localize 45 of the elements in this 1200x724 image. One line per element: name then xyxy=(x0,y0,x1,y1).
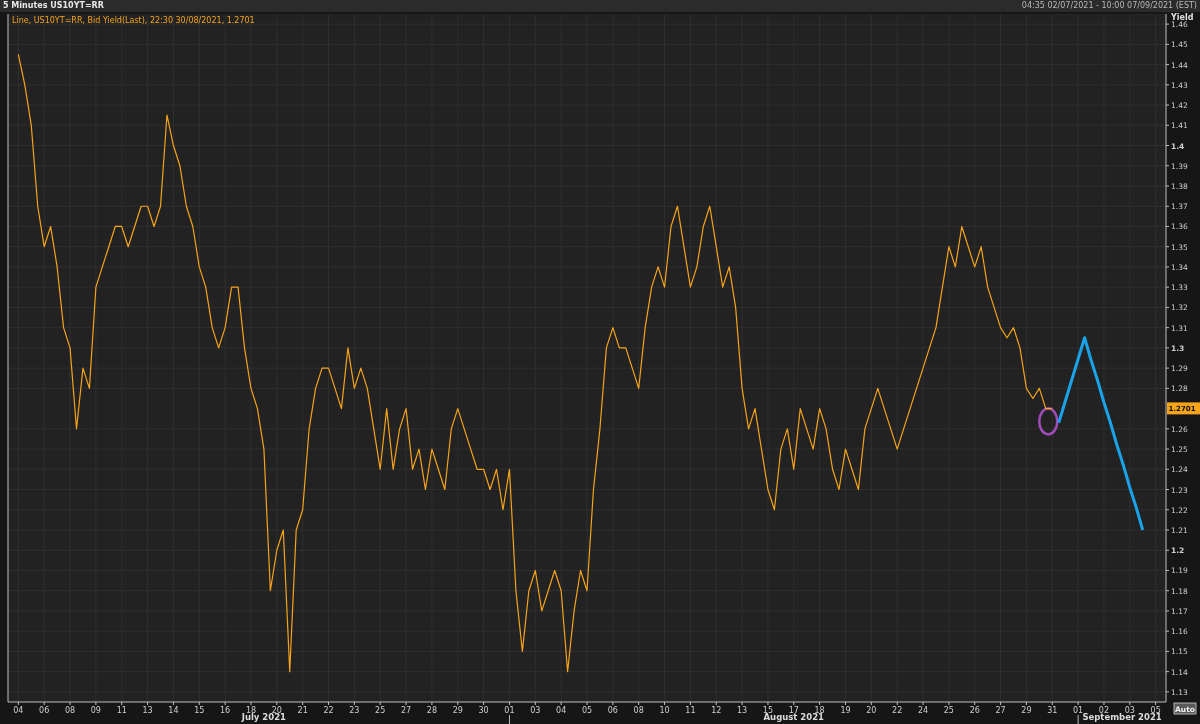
x-tick-label: 27 xyxy=(400,706,412,715)
x-tick-label: 11 xyxy=(116,706,127,715)
x-tick-label: 10 xyxy=(659,706,670,715)
x-tick-label: 29 xyxy=(1021,706,1032,715)
x-tick-label: 29 xyxy=(452,706,463,715)
x-tick-label: 13 xyxy=(737,706,748,715)
x-tick-label: 01 xyxy=(1073,706,1084,715)
month-label: July 2021 xyxy=(241,712,287,722)
x-tick-label: 21 xyxy=(297,706,308,715)
x-tick-label: 14 xyxy=(168,706,179,715)
x-tick-label: 06 xyxy=(607,706,618,715)
x-tick-label: 12 xyxy=(711,706,722,715)
x-tick-label: 28 xyxy=(426,706,437,715)
x-tick-label: 01 xyxy=(504,706,515,715)
x-tick-label: 15 xyxy=(194,706,205,715)
x-tick-label: 08 xyxy=(633,706,644,715)
date-range: 04:35 02/07/2021 - 10:00 07/09/2021 (EST) xyxy=(1021,0,1197,12)
x-tick-label: 25 xyxy=(375,706,386,715)
x-tick-label: 20 xyxy=(866,706,877,715)
month-label: September 2021 xyxy=(1082,712,1162,722)
chart-title: 5 Minutes US10YT=RR xyxy=(3,0,104,12)
x-tick-label: 03 xyxy=(1124,706,1135,715)
x-tick-label: 23 xyxy=(349,706,360,715)
x-tick-label: 17 xyxy=(788,706,799,715)
x-tick-label: 27 xyxy=(995,706,1006,715)
x-tick-label: 30 xyxy=(478,706,489,715)
x-tick-label: 26 xyxy=(969,706,980,715)
x-tick-label: 06 xyxy=(39,706,50,715)
x-tick-label: 04 xyxy=(13,706,24,715)
x-tick-label: 19 xyxy=(840,706,851,715)
x-tick-label: 22 xyxy=(323,706,334,715)
x-tick-label: 05 xyxy=(581,706,593,715)
x-tick-label: 22 xyxy=(892,706,903,715)
x-tick-label: 11 xyxy=(685,706,696,715)
x-tick-label: 09 xyxy=(90,706,101,715)
x-tick-label: 24 xyxy=(917,706,929,715)
x-tick-label: 08 xyxy=(64,706,76,715)
x-tick-label: 25 xyxy=(943,706,954,715)
x-tick-label: 04 xyxy=(556,706,567,715)
x-tick-label: 03 xyxy=(530,706,541,715)
x-tick-label: 13 xyxy=(142,706,153,715)
x-tick-label: 16 xyxy=(220,706,231,715)
x-tick-label: 31 xyxy=(1047,706,1058,715)
axis-title: Yield xyxy=(1171,13,1194,22)
legend-text: Line, US10YT=RR, Bid Yield(Last), 22:30 30/08/2021, 1.2701 xyxy=(12,16,255,25)
